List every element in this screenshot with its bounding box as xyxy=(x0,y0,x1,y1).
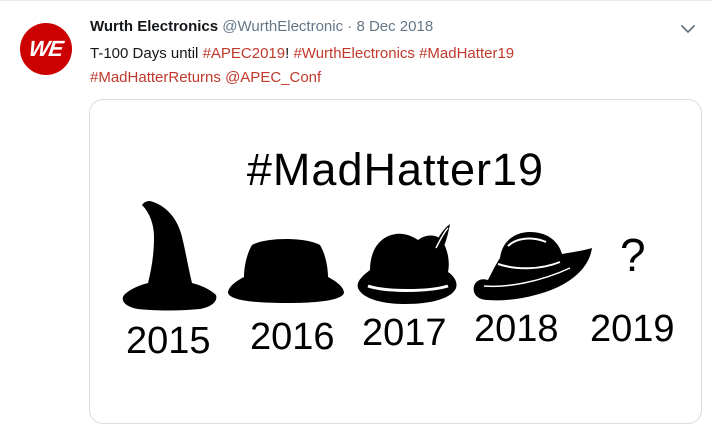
tweet-header: Wurth Electronics @WurthElectronic · 8 D… xyxy=(90,18,433,35)
cowboy-hat-icon xyxy=(473,232,592,301)
fedora-hat-icon xyxy=(228,239,344,303)
tweet-text: T-100 Days until #APEC2019! #WurthElectr… xyxy=(90,42,690,90)
we-logo: WE xyxy=(27,36,65,61)
witch-hat-icon xyxy=(122,201,217,311)
author-name[interactable]: Wurth Electronics xyxy=(90,18,218,35)
tweet-date[interactable]: 8 Dec 2018 xyxy=(356,18,433,35)
alpine-hat-icon xyxy=(357,224,457,304)
avatar[interactable]: WE xyxy=(20,23,72,75)
year-2018: 2018 xyxy=(474,308,559,350)
tweet-text-exclaim: ! xyxy=(285,45,290,62)
chevron-down-icon[interactable] xyxy=(680,23,696,35)
tweet-text-prefix: T-100 Days until xyxy=(90,45,203,62)
hashtag-wurthelectronics[interactable]: #WurthElectronics xyxy=(293,45,414,62)
mention-apec-conf[interactable]: @APEC_Conf xyxy=(225,69,321,86)
year-2019: 2019 xyxy=(590,308,675,350)
hashtag-apec2019[interactable]: #APEC2019 xyxy=(203,45,286,62)
separator-dot: · xyxy=(347,18,353,35)
hashtag-madhatter19[interactable]: #MadHatter19 xyxy=(419,45,514,62)
year-2015: 2015 xyxy=(126,320,211,362)
hashtag-madhatterreturns[interactable]: #MadHatterReturns xyxy=(90,69,221,86)
author-handle[interactable]: @WurthElectronic xyxy=(222,18,343,35)
media-title: #MadHatter19 xyxy=(246,144,545,195)
media-card[interactable]: #MadHatter19 2015 2016 2017 2018 ? 2019 xyxy=(89,99,702,424)
question-mark-icon: ? xyxy=(620,229,646,281)
tweet[interactable]: WE Wurth Electronics @WurthElectronic · … xyxy=(0,0,712,431)
year-2016: 2016 xyxy=(250,316,335,358)
year-2017: 2017 xyxy=(362,312,447,354)
